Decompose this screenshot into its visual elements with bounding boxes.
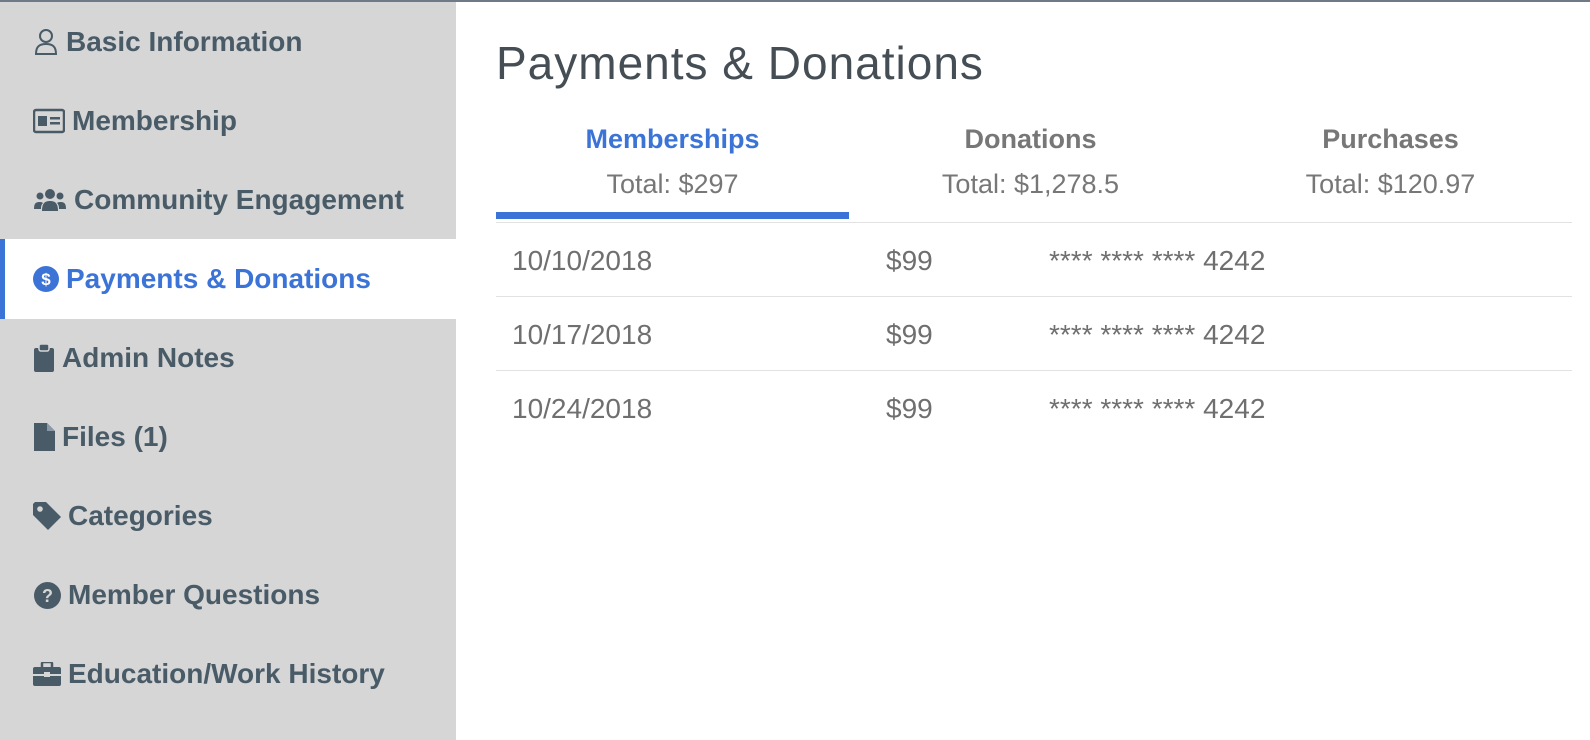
- clipboard-icon: [33, 344, 55, 372]
- sidebar-item-label: Education/Work History: [68, 658, 385, 689]
- payment-tabs: Memberships Total: $297 Donations Total:…: [496, 124, 1572, 222]
- sidebar-item-label: Community Engagement: [74, 184, 404, 215]
- tag-icon: [33, 502, 61, 530]
- sidebar-item-membership[interactable]: Membership: [0, 81, 456, 161]
- page-title: Payments & Donations: [496, 37, 984, 89]
- sidebar-item-community-engagement[interactable]: Community Engagement: [0, 160, 456, 240]
- main-content: Payments & Donations Memberships Total: …: [456, 2, 1590, 740]
- payment-date: 10/24/2018: [512, 393, 653, 424]
- question-circle-icon: ?: [33, 581, 61, 609]
- tab-total: Total: $297: [606, 169, 739, 199]
- sidebar-item-files[interactable]: Files (1): [0, 397, 456, 477]
- tab-memberships[interactable]: Memberships Total: $297: [496, 124, 849, 222]
- payment-date: 10/10/2018: [512, 245, 653, 276]
- tab-label: Purchases: [1322, 124, 1459, 154]
- payment-card: **** **** **** 4242: [1049, 393, 1266, 424]
- tab-total: Total: $1,278.5: [941, 169, 1120, 199]
- payment-amount: $99: [886, 245, 933, 276]
- id-card-icon: [33, 108, 65, 134]
- payment-amount: $99: [886, 393, 933, 424]
- payment-card: **** **** **** 4242: [1049, 245, 1266, 276]
- sidebar-item-categories[interactable]: Categories: [0, 476, 456, 556]
- sidebar-item-label: Member Questions: [68, 579, 321, 610]
- payment-card: **** **** **** 4242: [1049, 319, 1266, 350]
- sidebar: Basic Information Membership Community E…: [0, 2, 456, 740]
- active-tab-indicator: [496, 212, 849, 219]
- tab-purchases[interactable]: Purchases Total: $120.97: [1214, 124, 1567, 222]
- payments-table: 10/10/2018 $99 **** **** **** 4242 10/17…: [496, 223, 1572, 445]
- sidebar-item-label: Membership: [72, 105, 237, 136]
- briefcase-icon: [33, 662, 61, 686]
- dollar-circle-icon: $: [33, 266, 59, 292]
- users-icon: [33, 187, 67, 213]
- table-row[interactable]: 10/10/2018 $99 **** **** **** 4242: [496, 223, 1572, 297]
- table-row[interactable]: 10/17/2018 $99 **** **** **** 4242: [496, 297, 1572, 371]
- user-icon: [33, 28, 59, 56]
- sidebar-item-label: Categories: [68, 500, 213, 531]
- sidebar-item-payments-donations[interactable]: $ Payments & Donations: [0, 239, 456, 319]
- payment-amount: $99: [886, 319, 933, 350]
- svg-text:$: $: [41, 270, 51, 289]
- sidebar-item-label: Admin Notes: [62, 342, 235, 373]
- file-icon: [33, 423, 55, 451]
- sidebar-item-label: Files (1): [62, 421, 168, 452]
- payment-date: 10/17/2018: [512, 319, 653, 350]
- tab-total: Total: $120.97: [1305, 169, 1476, 199]
- sidebar-item-label: Basic Information: [66, 26, 303, 57]
- sidebar-item-admin-notes[interactable]: Admin Notes: [0, 318, 456, 398]
- sidebar-item-label: Payments & Donations: [66, 263, 371, 294]
- sidebar-item-member-questions[interactable]: ? Member Questions: [0, 555, 456, 635]
- tab-label: Memberships: [585, 124, 760, 154]
- tab-donations[interactable]: Donations Total: $1,278.5: [854, 124, 1207, 222]
- tab-label: Donations: [964, 124, 1097, 154]
- table-row[interactable]: 10/24/2018 $99 **** **** **** 4242: [496, 371, 1572, 445]
- sidebar-item-basic-information[interactable]: Basic Information: [0, 2, 456, 82]
- svg-text:?: ?: [42, 586, 53, 606]
- sidebar-item-education-work-history[interactable]: Education/Work History: [0, 634, 456, 714]
